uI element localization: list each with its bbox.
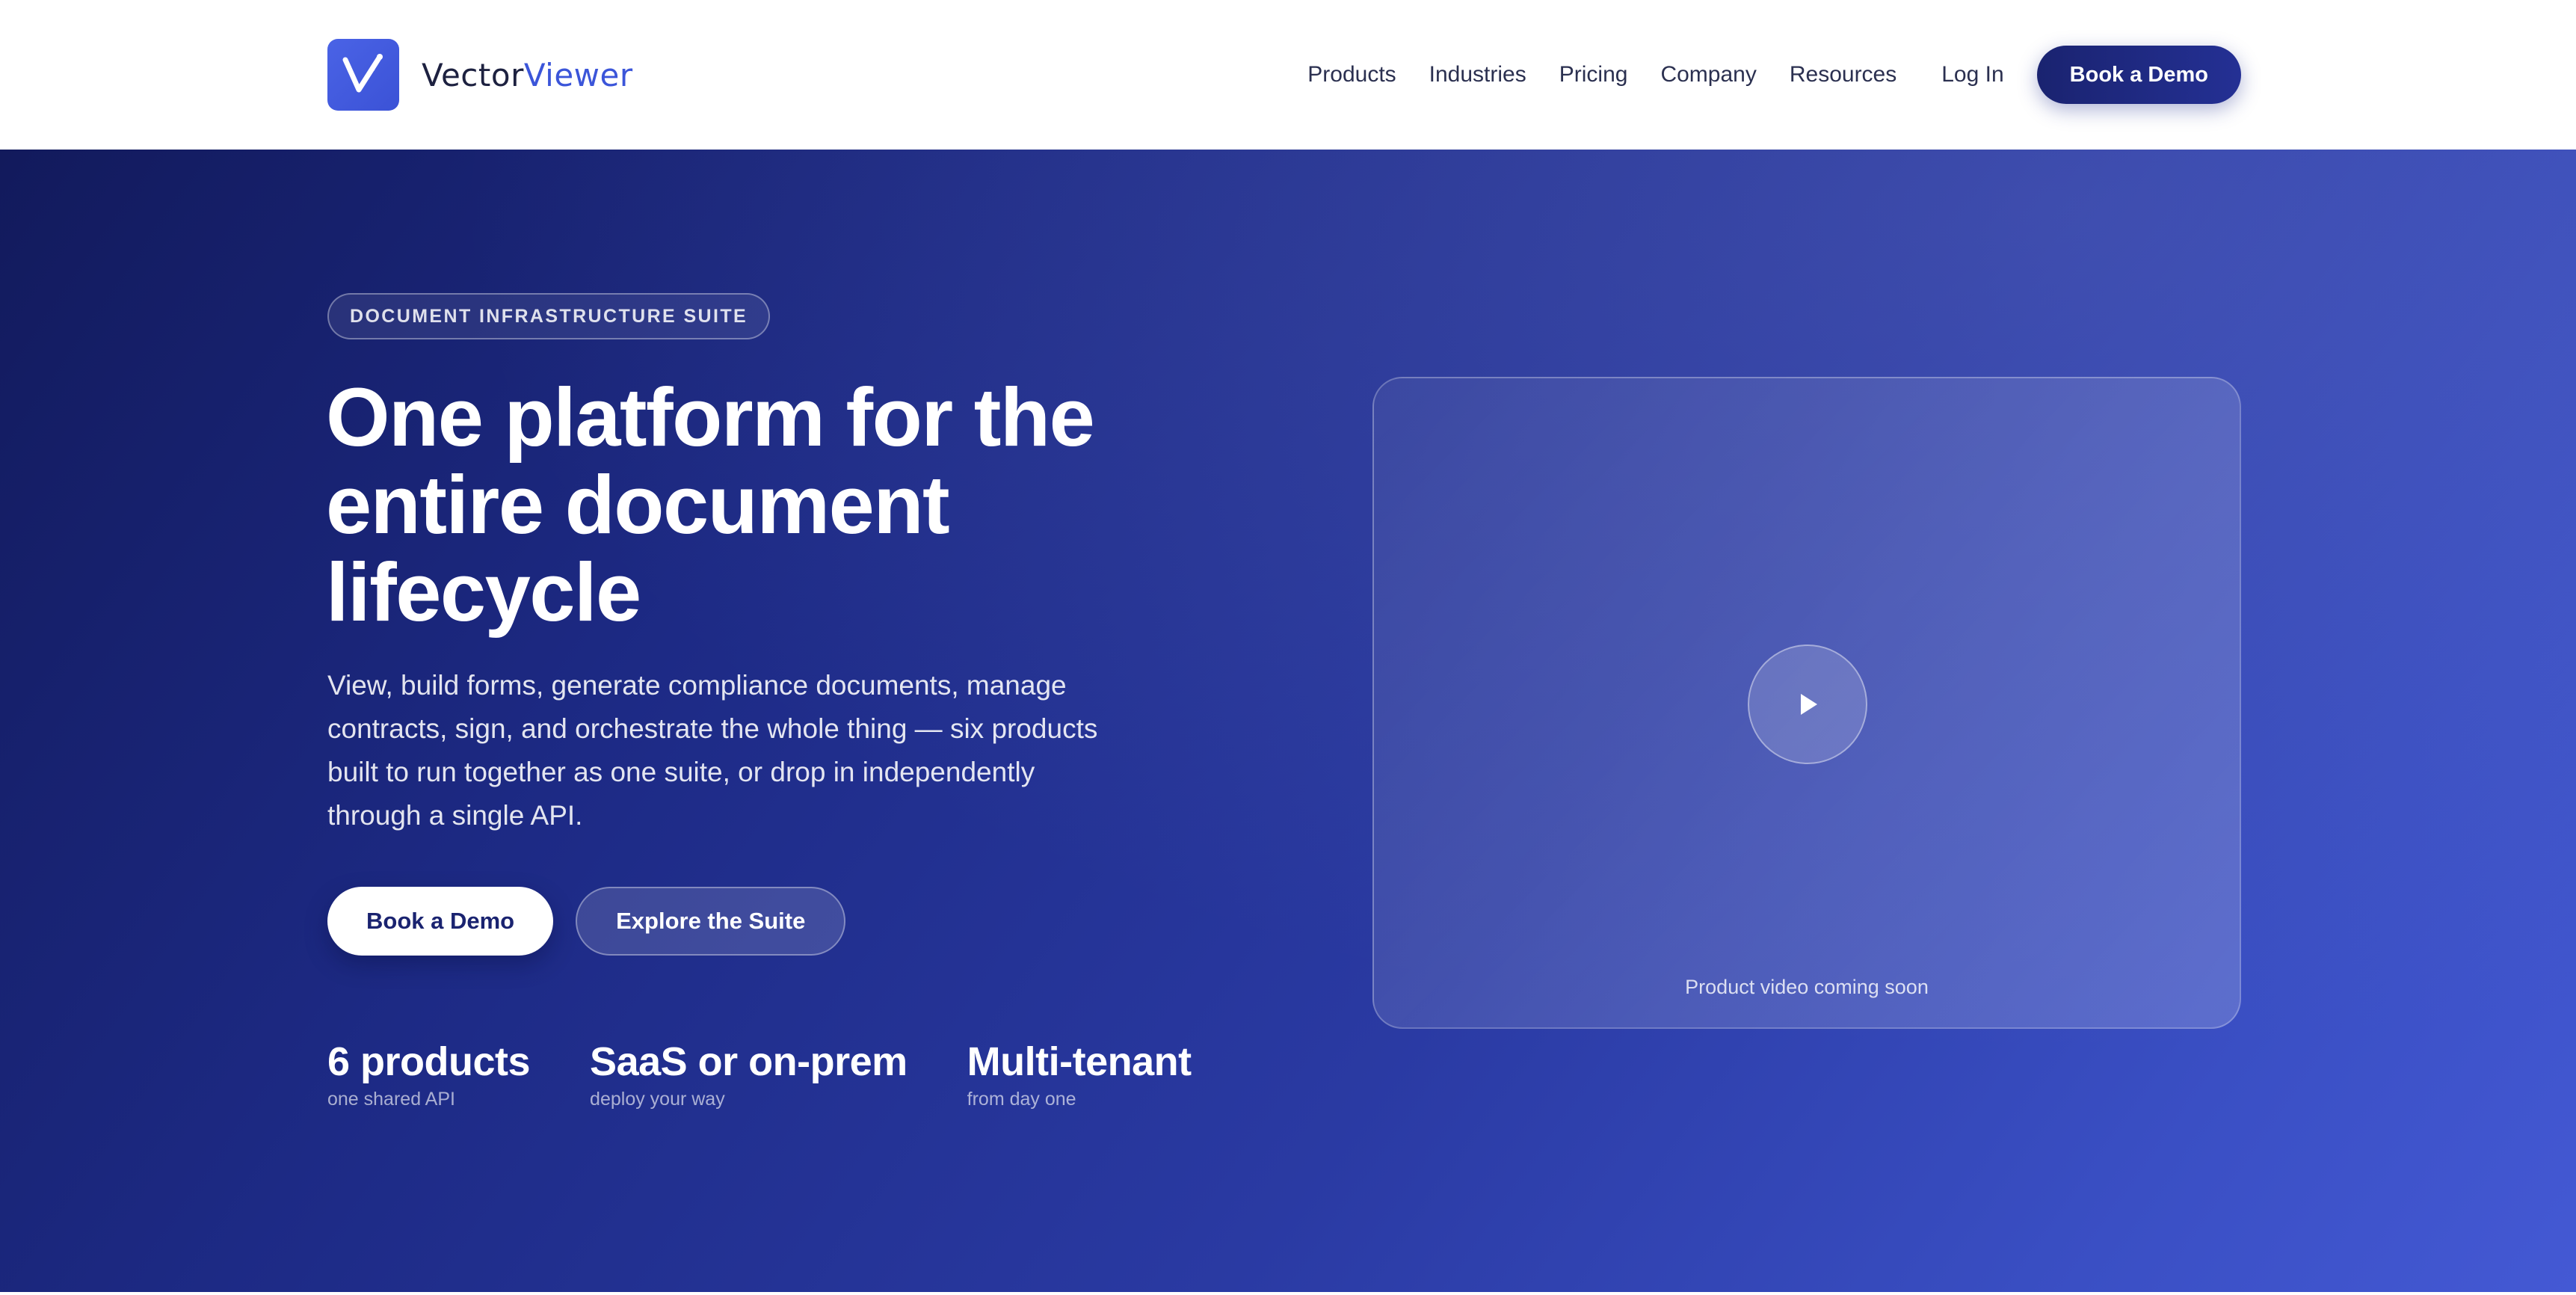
main-nav: Products Industries Pricing Company Reso… bbox=[1307, 0, 2241, 150]
stat-label: from day one bbox=[967, 1089, 1076, 1110]
nav-products[interactable]: Products bbox=[1307, 62, 1396, 87]
hero-actions: Book a Demo Explore the Suite bbox=[327, 887, 846, 956]
book-demo-button[interactable]: Book a Demo bbox=[327, 887, 554, 956]
stat-value: SaaS or on-prem bbox=[590, 1039, 908, 1084]
brand-wordmark: VectorViewer bbox=[422, 57, 633, 93]
brand-name-part2: Viewer bbox=[523, 56, 633, 93]
checkmark-chart-icon bbox=[327, 39, 399, 111]
product-video-placeholder[interactable]: Product video coming soon bbox=[1372, 377, 2241, 1029]
hero-bottom-edge bbox=[0, 1292, 2576, 1295]
brand-logo[interactable]: VectorViewer bbox=[327, 39, 633, 111]
stat-label: deploy your way bbox=[590, 1089, 725, 1110]
stat-value: Multi-tenant bbox=[967, 1039, 1192, 1084]
hero-section: DOCUMENT INFRASTRUCTURE SUITE One platfo… bbox=[0, 150, 2576, 1292]
stat-label: one shared API bbox=[327, 1089, 455, 1110]
nav-company[interactable]: Company bbox=[1660, 62, 1756, 87]
nav-pricing[interactable]: Pricing bbox=[1559, 62, 1628, 87]
stat-item: 6 products one shared API bbox=[327, 1039, 531, 1110]
video-caption: Product video coming soon bbox=[1685, 976, 1929, 998]
hero-headline: One platform for the entire document lif… bbox=[326, 372, 1095, 639]
hero-stats: 6 products one shared API SaaS or on-pre… bbox=[327, 1039, 1251, 1110]
nav-industries[interactable]: Industries bbox=[1429, 62, 1526, 87]
header-book-demo-button[interactable]: Book a Demo bbox=[2036, 46, 2241, 104]
explore-suite-button[interactable]: Explore the Suite bbox=[576, 887, 846, 956]
stat-item: Multi-tenant from day one bbox=[967, 1039, 1192, 1110]
play-button[interactable] bbox=[1748, 645, 1867, 764]
play-icon bbox=[1801, 694, 1817, 715]
site-header: VectorViewer Products Industries Pricing… bbox=[0, 0, 2576, 150]
hero-badge: DOCUMENT INFRASTRUCTURE SUITE bbox=[327, 293, 771, 339]
nav-resources[interactable]: Resources bbox=[1790, 62, 1896, 87]
brand-name-part1: Vector bbox=[422, 56, 524, 93]
hero-subtext: View, build forms, generate compliance d… bbox=[327, 670, 1098, 831]
login-link[interactable]: Log In bbox=[1941, 62, 2003, 87]
stat-value: 6 products bbox=[327, 1039, 531, 1084]
stat-item: SaaS or on-prem deploy your way bbox=[590, 1039, 908, 1110]
